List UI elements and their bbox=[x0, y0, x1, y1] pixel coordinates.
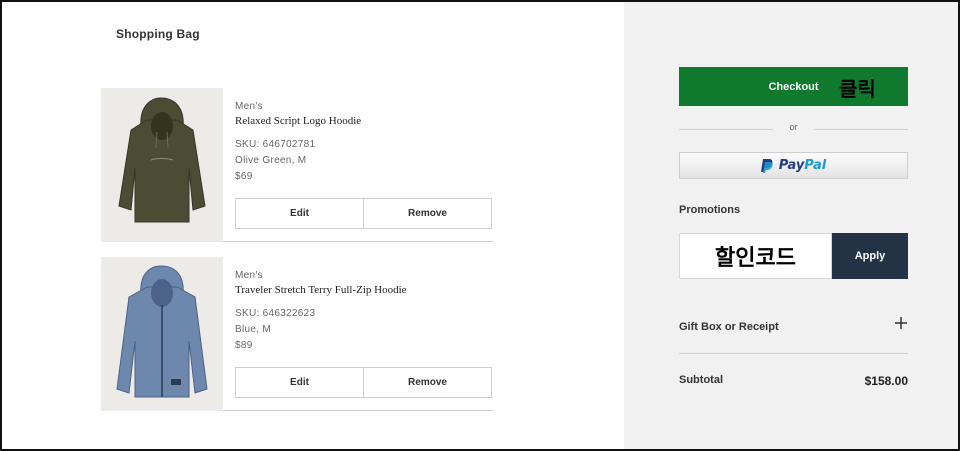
page-title: Shopping Bag bbox=[116, 27, 200, 41]
item-sku: SKU: 646322623 bbox=[235, 308, 316, 319]
item-gender: Men's bbox=[235, 101, 263, 112]
paypal-text-pay: Pay bbox=[778, 158, 805, 173]
item-sku: SKU: 646702781 bbox=[235, 139, 316, 150]
gift-box-toggle[interactable]: Gift Box or Receipt bbox=[679, 312, 908, 354]
subtotal-label: Subtotal bbox=[679, 374, 723, 386]
hoodie-image-olive bbox=[118, 97, 206, 223]
item-actions: Edit Remove bbox=[235, 367, 492, 398]
plus-icon[interactable] bbox=[894, 316, 908, 330]
gift-box-label: Gift Box or Receipt bbox=[679, 321, 779, 333]
click-annotation: 클릭 bbox=[839, 77, 876, 101]
item-variant: Olive Green, M bbox=[235, 155, 307, 166]
paypal-icon bbox=[760, 159, 773, 173]
remove-button[interactable]: Remove bbox=[363, 199, 491, 228]
item-info: Men's Relaxed Script Logo Hoodie SKU: 64… bbox=[235, 101, 361, 182]
or-divider: or bbox=[679, 122, 908, 136]
item-actions: Edit Remove bbox=[235, 198, 492, 229]
bag-item: Men's Relaxed Script Logo Hoodie SKU: 64… bbox=[101, 88, 493, 242]
item-price: $69 bbox=[235, 171, 253, 182]
product-image[interactable] bbox=[101, 88, 223, 242]
paypal-button[interactable]: PayPal bbox=[679, 152, 908, 179]
promotions-heading: Promotions bbox=[679, 204, 741, 216]
paypal-text-pal: Pal bbox=[804, 158, 827, 173]
product-image[interactable] bbox=[101, 257, 223, 411]
promo-code-input[interactable]: 할인코드 bbox=[679, 233, 832, 279]
bag-item: Men's Traveler Stretch Terry Full-Zip Ho… bbox=[101, 257, 493, 411]
paypal-logo-text: PayPal bbox=[779, 158, 826, 173]
order-summary: Checkout 클릭 or PayPal Promotions 할인코드 Ap… bbox=[624, 2, 958, 449]
divider-line bbox=[814, 129, 908, 130]
apply-button[interactable]: Apply bbox=[832, 233, 908, 279]
item-info: Men's Traveler Stretch Terry Full-Zip Ho… bbox=[235, 270, 407, 351]
hoodie-image-blue bbox=[116, 265, 208, 398]
edit-button[interactable]: Edit bbox=[236, 368, 363, 397]
or-text: or bbox=[789, 122, 798, 132]
remove-button[interactable]: Remove bbox=[363, 368, 491, 397]
item-price: $89 bbox=[235, 340, 253, 351]
item-name[interactable]: Relaxed Script Logo Hoodie bbox=[235, 115, 361, 127]
checkout-label: Checkout bbox=[768, 80, 819, 93]
checkout-button[interactable]: Checkout 클릭 bbox=[679, 67, 908, 106]
item-variant: Blue, M bbox=[235, 324, 272, 335]
edit-button[interactable]: Edit bbox=[236, 199, 363, 228]
item-gender: Men's bbox=[235, 270, 263, 281]
shopping-bag-page: Shopping Bag Men's Relaxed Script Logo H… bbox=[0, 0, 960, 451]
item-name[interactable]: Traveler Stretch Terry Full-Zip Hoodie bbox=[235, 284, 407, 296]
subtotal-value: $158.00 bbox=[864, 374, 908, 388]
